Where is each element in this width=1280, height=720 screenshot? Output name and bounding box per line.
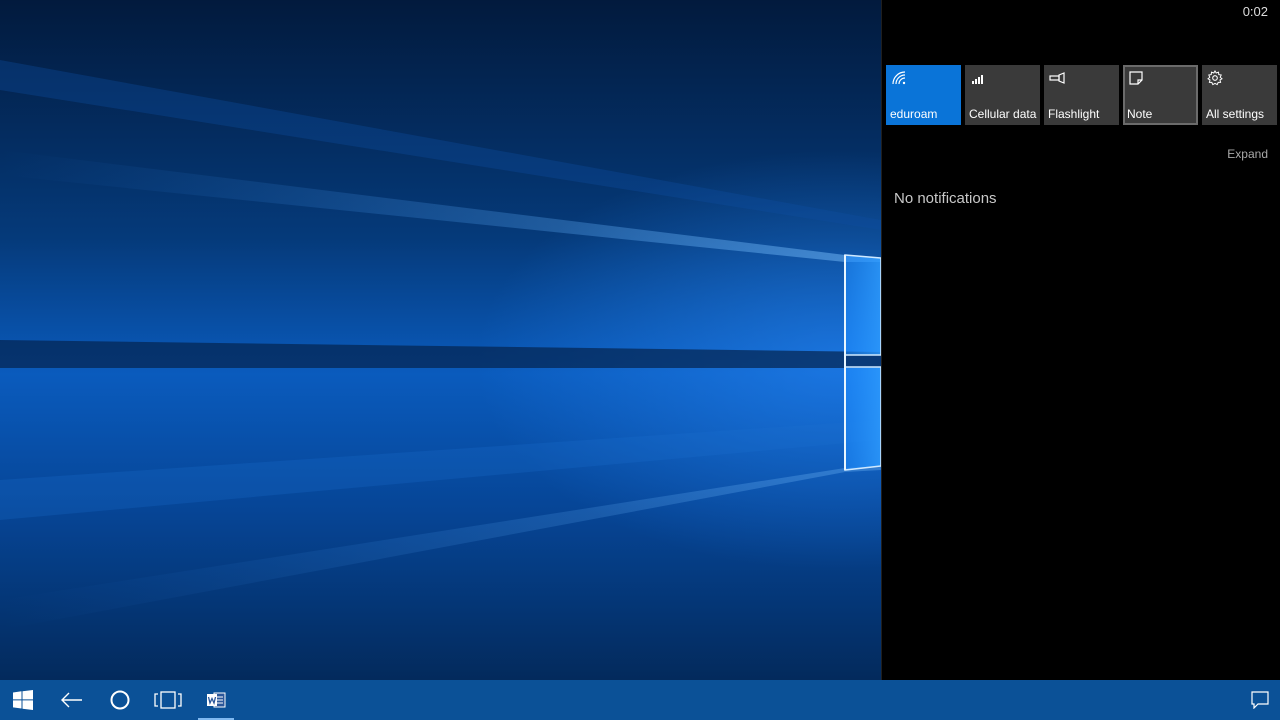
wifi-icon [892, 71, 906, 85]
word-app-icon [207, 692, 226, 708]
quick-actions-grid: eduroam Cellular data Flashlight Note Al… [886, 65, 1277, 125]
word-app-button[interactable] [194, 680, 238, 720]
task-view-button[interactable] [146, 680, 190, 720]
taskbar [0, 680, 1280, 720]
windows-logo-wallpaper [0, 60, 881, 630]
quick-action-cellular[interactable]: Cellular data [965, 65, 1040, 125]
back-arrow-icon [61, 692, 82, 708]
windows-start-icon [13, 690, 33, 710]
gear-icon [1207, 70, 1223, 86]
quick-action-label: eduroam [890, 107, 938, 121]
action-center-panel: 0:02 eduroam Cellular data Flashlight No… [881, 0, 1280, 680]
quick-action-label: Flashlight [1048, 107, 1100, 121]
quick-action-settings[interactable]: All settings [1202, 65, 1277, 125]
task-view-icon [154, 691, 182, 709]
screen: 0:02 eduroam Cellular data Flashlight No… [0, 0, 1280, 720]
note-icon [1129, 71, 1143, 85]
cortana-circle-icon [110, 690, 130, 710]
empty-notifications-message: No notifications [894, 190, 997, 207]
action-center-button[interactable] [1238, 680, 1280, 720]
cellular-signal-icon [972, 75, 983, 84]
action-center-icon [1251, 691, 1269, 709]
cortana-button[interactable] [98, 680, 142, 720]
quick-action-wifi[interactable]: eduroam [886, 65, 961, 125]
quick-action-note[interactable]: Note [1123, 65, 1198, 125]
flashlight-icon [1049, 72, 1065, 84]
expand-button[interactable]: Expand [1227, 147, 1268, 161]
quick-action-label: Cellular data [969, 107, 1037, 121]
clock: 0:02 [1242, 4, 1268, 19]
quick-action-label: Note [1127, 107, 1153, 121]
back-button[interactable] [50, 680, 94, 720]
quick-action-flashlight[interactable]: Flashlight [1044, 65, 1119, 125]
desktop-wallpaper [0, 0, 881, 680]
start-button[interactable] [1, 680, 45, 720]
quick-action-label: All settings [1206, 107, 1265, 121]
